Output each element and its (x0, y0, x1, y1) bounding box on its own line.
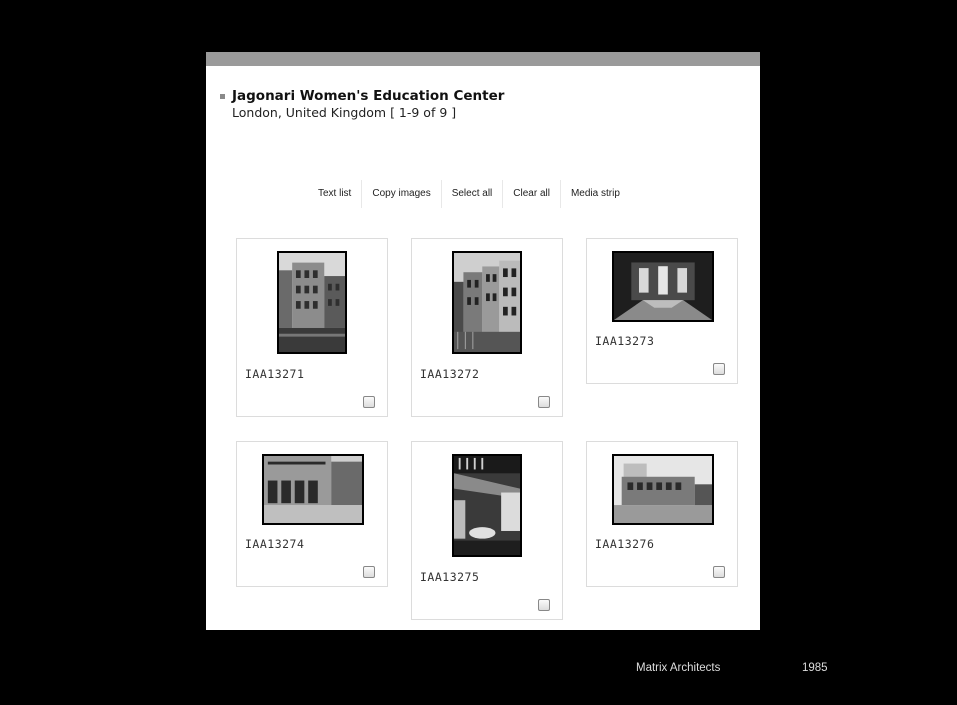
image-id-label: IAA13271 (245, 367, 305, 381)
image-id-label: IAA13272 (420, 367, 480, 381)
image-card[interactable]: IAA13274 (236, 441, 388, 587)
image-browser-panel: Jagonari Women's Education Center London… (206, 52, 760, 630)
image-id-label: IAA13275 (420, 570, 480, 584)
image-id-label: IAA13274 (245, 537, 305, 551)
panel-top-bar (206, 52, 760, 66)
photo-thumbnail[interactable] (452, 251, 522, 354)
photo-thumbnail[interactable] (277, 251, 347, 354)
image-card[interactable]: IAA13276 (586, 441, 738, 587)
photo-thumbnail[interactable] (452, 454, 522, 557)
image-card[interactable]: IAA13273 (586, 238, 738, 384)
interior-room-photo (454, 456, 520, 555)
select-checkbox[interactable] (538, 396, 550, 408)
building-photo (279, 253, 345, 352)
bullet-icon (220, 94, 225, 99)
image-card[interactable]: IAA13275 (411, 441, 563, 620)
page-title: Jagonari Women's Education Center (232, 88, 505, 104)
interior-hall-photo (614, 253, 712, 320)
select-checkbox[interactable] (713, 363, 725, 375)
year-label: 1985 (802, 662, 828, 674)
photo-thumbnail[interactable] (612, 454, 714, 525)
select-checkbox[interactable] (363, 566, 375, 578)
image-card[interactable]: IAA13271 (236, 238, 388, 417)
text-list-button[interactable]: Text list (308, 180, 363, 208)
clear-all-button[interactable]: Clear all (503, 180, 561, 208)
select-checkbox[interactable] (363, 396, 375, 408)
copy-images-button[interactable]: Copy images (362, 180, 442, 208)
toolbar: Text list Copy images Select all Clear a… (308, 180, 630, 208)
building-exterior-photo (614, 456, 712, 523)
select-checkbox[interactable] (538, 599, 550, 611)
building-courtyard-photo (264, 456, 362, 523)
image-card[interactable]: IAA13272 (411, 238, 563, 417)
photo-thumbnail[interactable] (612, 251, 714, 322)
select-all-button[interactable]: Select all (442, 180, 504, 208)
image-id-label: IAA13276 (595, 537, 655, 551)
media-strip-button[interactable]: Media strip (561, 180, 630, 208)
location-and-count: London, United Kingdom [ 1-9 of 9 ] (232, 105, 457, 120)
architect-credit: Matrix Architects (636, 662, 721, 674)
select-checkbox[interactable] (713, 566, 725, 578)
photo-thumbnail[interactable] (262, 454, 364, 525)
image-id-label: IAA13273 (595, 334, 655, 348)
street-photo (454, 253, 520, 352)
